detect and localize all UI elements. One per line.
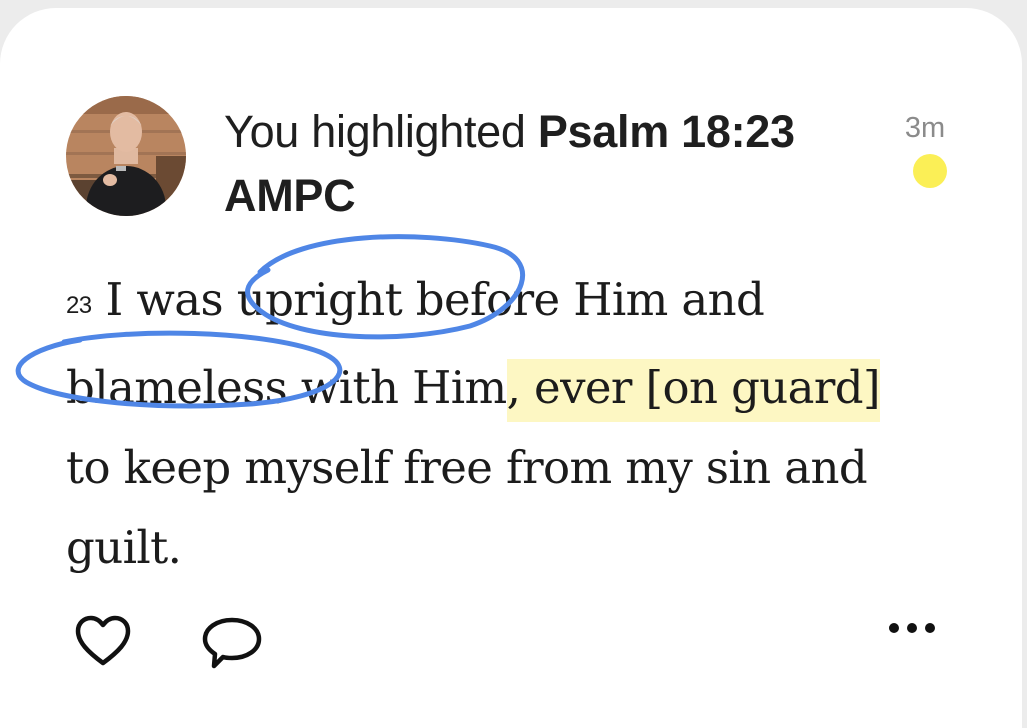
heart-icon[interactable] — [74, 614, 132, 668]
activity-text: You highlighted Psalm 18:23 AMPC — [224, 100, 844, 228]
verse-text[interactable]: 23 I was upright before Him and blameless… — [66, 260, 896, 588]
highlighted-text: , ever [on guard] — [506, 359, 881, 422]
activity-card: You highlighted Psalm 18:23 AMPC 3m 23 I … — [0, 8, 1022, 728]
timestamp: 3m — [904, 112, 946, 144]
avatar[interactable] — [66, 96, 186, 216]
avatar-photo — [66, 96, 186, 216]
activity-prefix: You highlighted — [224, 106, 538, 157]
comment-icon[interactable] — [200, 614, 264, 672]
unread-indicator — [913, 154, 947, 188]
verse-text-after: to keep myself free from my sin and guil… — [66, 441, 868, 574]
more-options-icon[interactable] — [884, 618, 940, 638]
verse-number: 23 — [66, 292, 92, 319]
